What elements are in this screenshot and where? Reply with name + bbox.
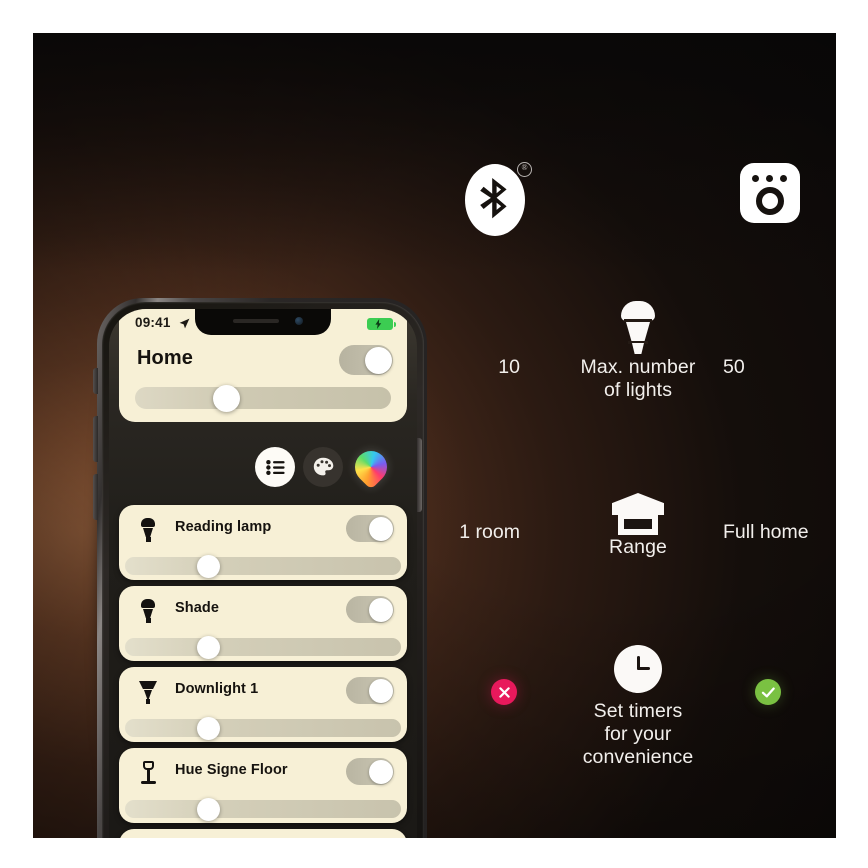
charging-bolt-icon <box>375 319 382 329</box>
bridge-value-range: Full home <box>723 521 809 543</box>
feature-line-3: convenience <box>582 746 694 768</box>
home-header-card: 09:41 Home <box>119 309 407 422</box>
check-icon <box>755 679 781 705</box>
feature-line-2: for your <box>604 723 672 745</box>
promo-canvas: ® Max. number of lights 10 50 Range 1 ro… <box>33 33 836 838</box>
front-camera <box>295 317 303 325</box>
registered-trademark-mark: ® <box>517 162 532 177</box>
color-picker-icon <box>348 444 394 490</box>
slider-knob[interactable] <box>213 384 240 412</box>
cross-icon <box>491 679 517 705</box>
screenshot-root: ® Max. number of lights 10 50 Range 1 ro… <box>0 0 868 868</box>
floor-lamp-icon <box>135 760 161 786</box>
light-card[interactable]: Hue Signe Floor <box>119 748 407 823</box>
light-toggle[interactable] <box>346 677 394 704</box>
background-top-shade <box>33 33 836 273</box>
feature-label-timers: Set timers for your convenience <box>438 700 836 769</box>
home-brightness-slider[interactable] <box>135 384 391 412</box>
light-name: Shade <box>175 600 220 616</box>
light-brightness-slider[interactable] <box>125 716 401 740</box>
feature-line-1: Set timers <box>593 700 683 722</box>
hue-bridge-badge <box>740 163 800 223</box>
bluetooth-value-max-lights: 10 <box>498 356 520 378</box>
slider-knob[interactable] <box>197 554 220 578</box>
toggle-knob <box>368 516 393 541</box>
view-tab-bar <box>109 444 417 490</box>
iphone-mockup: 09:41 Home Reading lamp Shade Downlight … <box>77 288 427 838</box>
light-brightness-slider[interactable] <box>125 635 401 659</box>
bluetooth-icon <box>480 178 507 219</box>
light-brightness-slider[interactable] <box>125 554 401 578</box>
bridge-value-max-lights: 50 <box>723 356 745 378</box>
slider-knob[interactable] <box>197 635 220 659</box>
bridge-status-dots <box>752 175 788 182</box>
toggle-knob <box>368 597 393 622</box>
tab-list[interactable] <box>255 447 295 487</box>
light-card[interactable]: Shade <box>119 586 407 661</box>
light-name: Hue Signe Floor <box>175 762 288 778</box>
battery-charging-icon <box>367 318 396 330</box>
house-icon <box>612 493 664 535</box>
bluetooth-value-range: 1 room <box>459 521 520 543</box>
toggle-knob <box>368 678 393 703</box>
light-toggle[interactable] <box>346 596 394 623</box>
tab-scenes[interactable] <box>303 447 343 487</box>
toggle-knob <box>364 346 392 374</box>
clock-icon <box>614 645 662 693</box>
location-arrow-icon <box>179 318 190 329</box>
light-card[interactable]: Hue Flourish <box>119 829 407 838</box>
feature-line-2: of lights <box>603 379 673 401</box>
downlight-icon <box>135 679 161 705</box>
comparison-row-range: Range 1 room Full home <box>438 481 836 571</box>
earpiece-speaker <box>233 319 279 323</box>
light-name: Downlight 1 <box>175 681 259 697</box>
slider-knob[interactable] <box>197 716 220 740</box>
list-icon <box>265 459 285 475</box>
light-card[interactable]: Reading lamp <box>119 505 407 580</box>
light-card[interactable]: Downlight 1 <box>119 667 407 742</box>
bulb-icon-wrap <box>438 301 836 355</box>
comparison-row-timers: Set timers for your convenience <box>438 645 836 770</box>
palette-icon <box>313 457 333 476</box>
phone-screen: 09:41 Home Reading lamp Shade Downlight … <box>109 309 417 838</box>
comparison-row-max-lights: Max. number of lights 10 50 <box>438 301 836 413</box>
silent-switch[interactable] <box>93 368 98 394</box>
toggle-knob <box>368 759 393 784</box>
bulb-icon <box>621 301 655 355</box>
bulb-icon <box>135 517 161 543</box>
volume-down-button[interactable] <box>93 474 98 520</box>
screen-notch <box>195 309 331 335</box>
light-toggle[interactable] <box>346 515 394 542</box>
home-master-toggle[interactable] <box>339 345 393 375</box>
bridge-button-ring <box>756 187 784 215</box>
bluetooth-badge: ® <box>465 162 532 236</box>
bulb-icon <box>135 598 161 624</box>
tab-colors[interactable] <box>348 444 394 490</box>
volume-up-button[interactable] <box>93 416 98 462</box>
page-title: Home <box>137 347 193 369</box>
status-bar-time: 09:41 <box>135 315 171 330</box>
light-toggle[interactable] <box>346 758 394 785</box>
power-button[interactable] <box>417 438 422 512</box>
light-brightness-slider[interactable] <box>125 797 401 821</box>
slider-knob[interactable] <box>197 797 220 821</box>
feature-line-1: Max. number <box>580 356 696 378</box>
light-name: Reading lamp <box>175 519 272 535</box>
